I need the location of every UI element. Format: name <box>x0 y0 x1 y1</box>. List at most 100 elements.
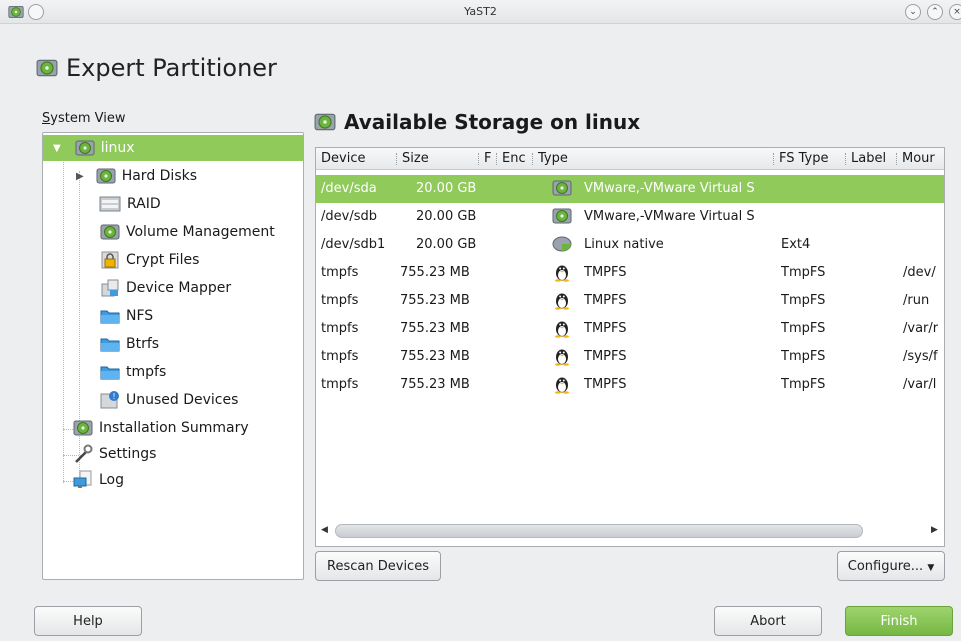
cell-size: 20.00 GB <box>416 181 477 196</box>
tree-item-log[interactable]: Log <box>43 467 303 493</box>
table-row[interactable]: tmpfs 755.23 MB TMPFS TmpFS /sys/f <box>316 343 944 371</box>
column-header-device[interactable]: Device <box>321 151 365 166</box>
tree-item-device-mapper[interactable]: Device Mapper <box>43 275 303 301</box>
wrench-icon <box>75 444 93 463</box>
tree-item-label: Hard Disks <box>121 168 198 184</box>
tree-item-label: Log <box>99 472 125 488</box>
cell-type: TMPFS <box>584 349 627 364</box>
device-mapper-icon <box>101 279 119 297</box>
table-row[interactable]: tmpfs 755.23 MB TMPFS TmpFS /run <box>316 287 944 315</box>
system-view-tree[interactable]: ▼ linux ▶ Hard Disks RAID Volume Managem… <box>42 132 304 580</box>
column-separator[interactable] <box>896 153 897 165</box>
rescan-devices-button[interactable]: Rescan Devices <box>315 551 441 581</box>
column-header-label[interactable]: Label <box>851 151 886 166</box>
column-separator[interactable] <box>773 153 774 165</box>
tux-icon <box>552 262 572 282</box>
raid-icon <box>99 196 121 212</box>
monitor-icon <box>73 470 92 488</box>
cell-mount: /var/r <box>903 321 939 336</box>
column-header-mount[interactable]: Mour <box>902 151 935 166</box>
cell-fs-type: TmpFS <box>781 293 826 308</box>
storage-table[interactable]: Device Size F Enc Type FS Type Label Mou… <box>315 147 945 547</box>
system-view-label: System View <box>42 111 125 126</box>
tree-item-tmpfs[interactable]: tmpfs <box>43 359 303 385</box>
cell-size: 20.00 GB <box>416 237 477 252</box>
tree-item-btrfs[interactable]: Btrfs <box>43 331 303 357</box>
tree-item-label: Crypt Files <box>126 252 200 268</box>
column-header-f[interactable]: F <box>484 151 491 166</box>
abort-button[interactable]: Abort <box>714 606 822 636</box>
cell-mount: /dev/ <box>903 265 936 280</box>
tree-item-hard-disks[interactable]: ▶ Hard Disks <box>43 163 303 189</box>
column-separator[interactable] <box>396 153 397 165</box>
tux-icon <box>552 290 572 310</box>
table-row[interactable]: /dev/sdb1 20.00 GB Linux native Ext4 <box>316 231 944 259</box>
help-label: Help <box>73 613 103 629</box>
tree-item-label: RAID <box>127 196 161 212</box>
tree-item-label: Volume Management <box>126 224 275 240</box>
column-separator[interactable] <box>496 153 497 165</box>
hard-disk-icon <box>552 206 572 226</box>
tree-item-nfs[interactable]: NFS <box>43 303 303 329</box>
hard-disk-icon <box>96 166 116 186</box>
tree-item-label: Settings <box>99 446 157 462</box>
column-header-enc[interactable]: Enc <box>502 151 526 166</box>
close-button[interactable]: × <box>949 4 961 20</box>
cell-type: TMPFS <box>584 293 627 308</box>
hard-disk-icon <box>73 418 93 438</box>
column-header-size[interactable]: Size <box>402 151 429 166</box>
column-header-fs-type[interactable]: FS Type <box>779 151 829 166</box>
table-header: Device Size F Enc Type FS Type Label Mou… <box>316 148 944 170</box>
system-view-label-rest: ystem View <box>50 111 126 126</box>
tree-item-volume-management[interactable]: Volume Management <box>43 219 303 245</box>
table-row[interactable]: /dev/sda 20.00 GB VMware,-VMware Virtual… <box>316 175 944 203</box>
collapse-arrow-icon[interactable]: ▶ <box>76 171 84 182</box>
cell-fs-type: TmpFS <box>781 349 826 364</box>
cell-size: 755.23 MB <box>400 321 470 336</box>
tree-item-unused-devices[interactable]: ! Unused Devices <box>43 387 303 413</box>
tree-item-label: tmpfs <box>126 364 167 380</box>
cell-fs-type: TmpFS <box>781 265 826 280</box>
table-row[interactable]: tmpfs 755.23 MB TMPFS TmpFS /var/r <box>316 315 944 343</box>
help-button[interactable]: Help <box>34 606 142 636</box>
cell-type: TMPFS <box>584 265 627 280</box>
page-title-text: Expert Partitioner <box>66 54 277 82</box>
tree-item-raid[interactable]: RAID <box>43 191 303 217</box>
scrollbar-thumb[interactable] <box>335 524 863 538</box>
cell-device: tmpfs <box>321 377 359 392</box>
column-header-type[interactable]: Type <box>538 151 568 166</box>
tux-icon <box>552 374 572 394</box>
cell-type: TMPFS <box>584 377 627 392</box>
table-row[interactable]: tmpfs 755.23 MB TMPFS TmpFS /dev/ <box>316 259 944 287</box>
column-separator[interactable] <box>845 153 846 165</box>
tree-item-label: Device Mapper <box>126 280 232 296</box>
tree-item-linux[interactable]: ▼ linux <box>43 135 303 161</box>
tree-item-settings[interactable]: Settings <box>43 441 303 467</box>
table-row[interactable]: /dev/sdb 20.00 GB VMware,-VMware Virtual… <box>316 203 944 231</box>
finish-button[interactable]: Finish <box>845 606 953 636</box>
cell-mount: /sys/f <box>903 349 938 364</box>
cell-device: /dev/sdb1 <box>321 237 386 252</box>
horizontal-scrollbar[interactable]: ◀ ▶ <box>317 521 943 543</box>
hard-disk-icon <box>36 57 58 79</box>
cell-device: tmpfs <box>321 321 359 336</box>
cell-device: tmpfs <box>321 265 359 280</box>
cell-type: Linux native <box>584 237 664 252</box>
column-separator[interactable] <box>478 153 479 165</box>
maximize-button[interactable]: ⌃ <box>927 4 943 20</box>
scroll-left-icon[interactable]: ◀ <box>321 525 328 535</box>
cell-fs-type: TmpFS <box>781 321 826 336</box>
tree-item-crypt-files[interactable]: Crypt Files <box>43 247 303 273</box>
abort-label: Abort <box>750 613 786 629</box>
cell-size: 755.23 MB <box>400 349 470 364</box>
configure-button[interactable]: Configure... ▼ <box>837 551 945 581</box>
tree-item-installation-summary[interactable]: Installation Summary <box>43 415 303 441</box>
table-row[interactable]: tmpfs 755.23 MB TMPFS TmpFS /var/l <box>316 371 944 399</box>
column-separator[interactable] <box>532 153 533 165</box>
chevron-down-icon: ▼ <box>927 562 935 573</box>
scroll-right-icon[interactable]: ▶ <box>931 525 938 535</box>
folder-icon <box>100 334 120 354</box>
expand-arrow-icon[interactable]: ▼ <box>53 143 61 154</box>
svg-text:!: ! <box>112 392 115 401</box>
minimize-button[interactable]: ⌄ <box>905 4 921 20</box>
